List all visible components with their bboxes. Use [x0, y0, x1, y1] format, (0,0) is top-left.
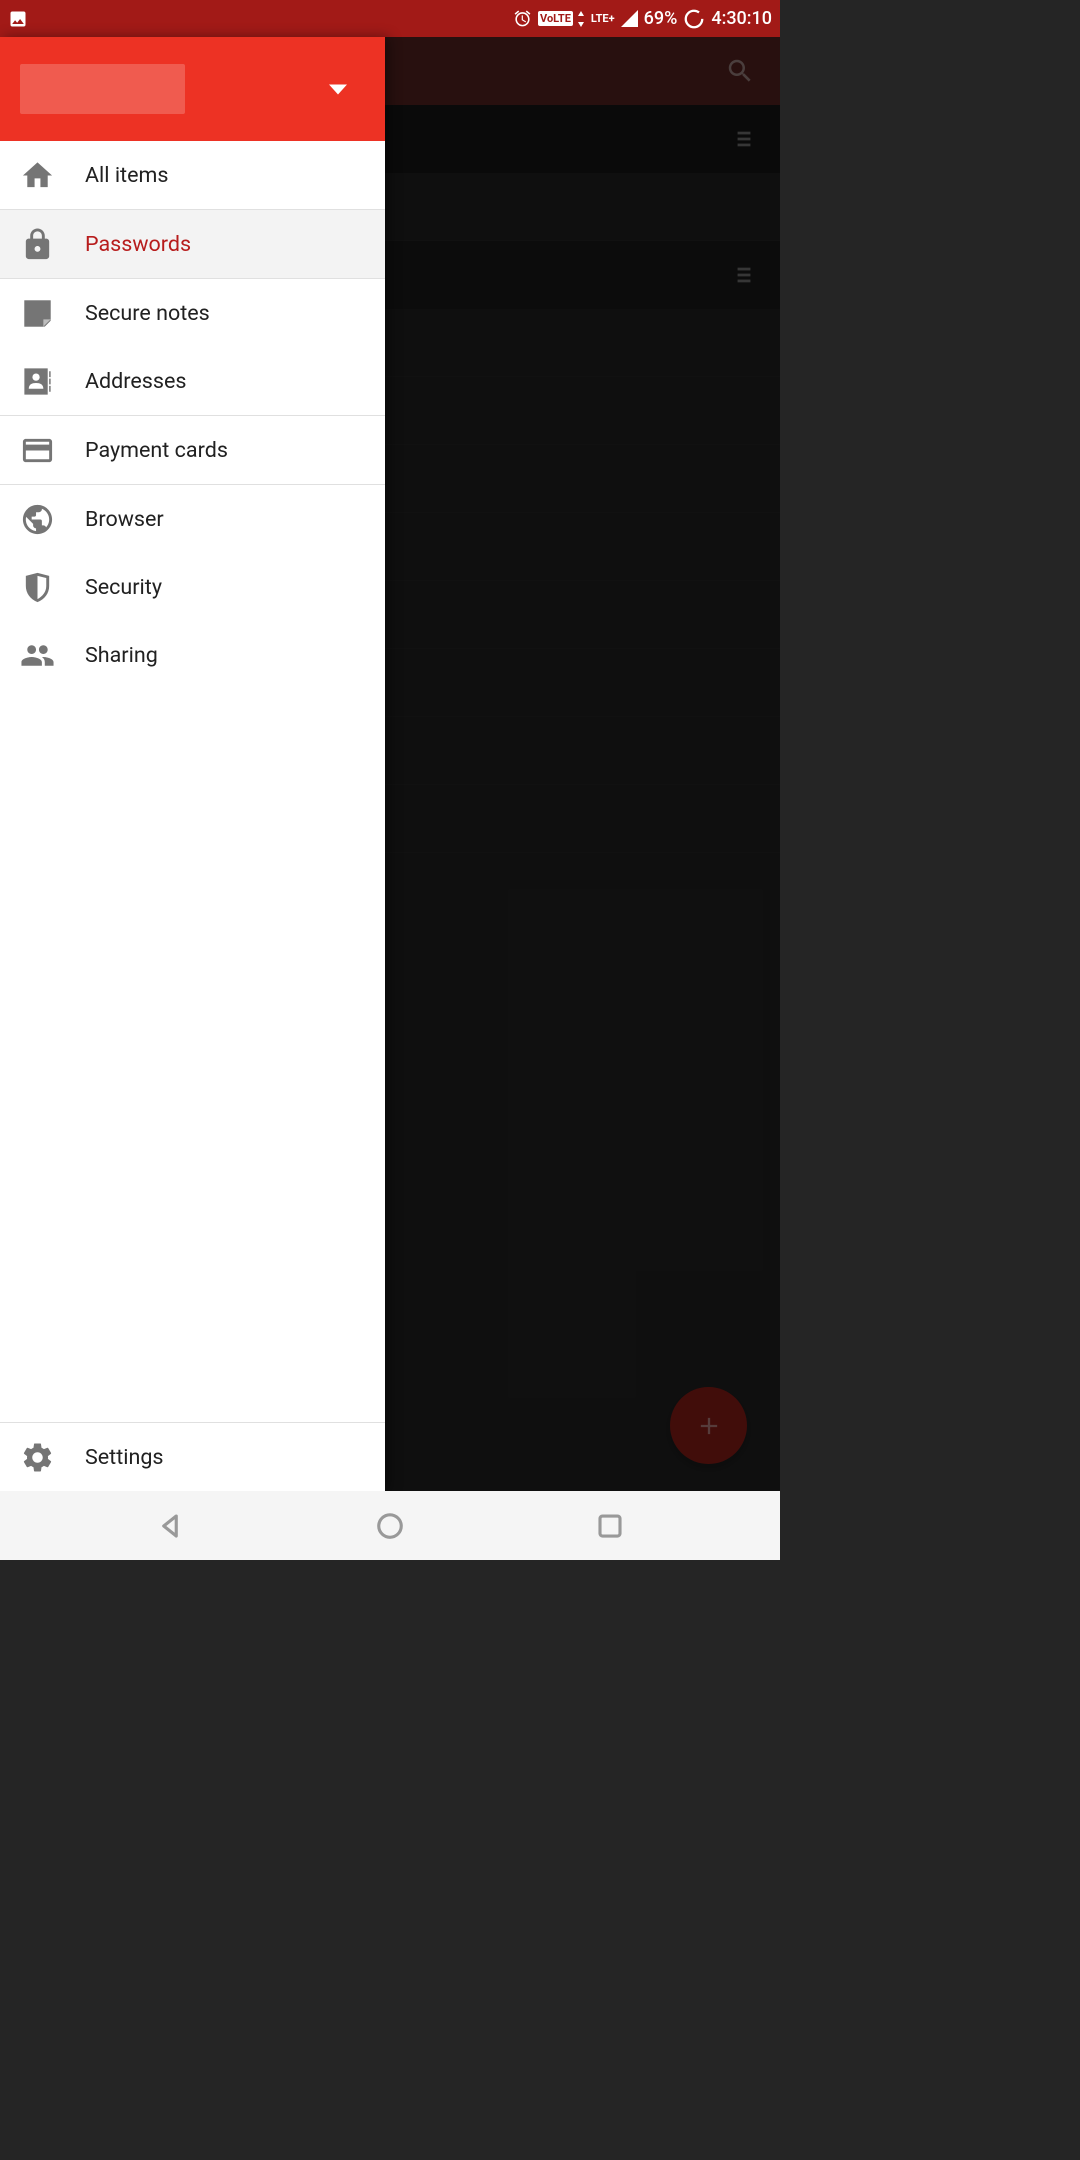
sidebar-item-label: Addresses [85, 369, 186, 394]
sidebar-item-label: Passwords [85, 232, 191, 257]
volte-badge: VoLTE [538, 11, 573, 26]
sidebar-item-label: All items [85, 163, 168, 188]
sidebar-item-passwords[interactable]: Passwords [0, 210, 385, 278]
globe-icon [20, 502, 55, 537]
lte-text: LTE+ [591, 12, 615, 25]
sidebar-item-sharing[interactable]: Sharing [0, 621, 385, 689]
status-left [8, 9, 28, 29]
drawer-header[interactable] [0, 37, 385, 141]
updown-icon [577, 11, 585, 27]
people-icon [20, 638, 55, 673]
signal-icon [621, 10, 638, 27]
home-icon [20, 158, 55, 193]
status-bar: VoLTE LTE+ 69% 4:30:10 [0, 0, 780, 37]
lock-icon [20, 227, 55, 262]
shield-icon [20, 570, 55, 605]
image-icon [8, 9, 28, 29]
home-button[interactable] [375, 1511, 405, 1541]
clock-text: 4:30:10 [711, 8, 772, 29]
drawer-footer: Settings [0, 1422, 385, 1491]
drawer-items: All items Passwords Secure notes [0, 141, 385, 1422]
user-name-redacted [20, 64, 185, 114]
navigation-drawer: All items Passwords Secure notes [0, 37, 385, 1491]
sidebar-item-browser[interactable]: Browser [0, 485, 385, 553]
loading-icon [683, 8, 705, 30]
sidebar-item-payment-cards[interactable]: Payment cards [0, 416, 385, 484]
status-right: VoLTE LTE+ 69% 4:30:10 [513, 8, 772, 30]
contact-icon [20, 364, 55, 399]
sidebar-item-secure-notes[interactable]: Secure notes [0, 279, 385, 347]
alarm-icon [513, 9, 532, 28]
sidebar-item-label: Settings [85, 1445, 164, 1470]
sidebar-item-label: Secure notes [85, 301, 210, 326]
sidebar-item-label: Sharing [85, 643, 158, 668]
sidebar-item-security[interactable]: Security [0, 553, 385, 621]
gear-icon [20, 1440, 55, 1475]
sidebar-item-addresses[interactable]: Addresses [0, 347, 385, 415]
recent-apps-button[interactable] [595, 1511, 625, 1541]
sidebar-item-all-items[interactable]: All items [0, 141, 385, 209]
sidebar-item-label: Payment cards [85, 438, 228, 463]
back-button[interactable] [155, 1511, 185, 1541]
sidebar-item-label: Security [85, 575, 162, 600]
sidebar-item-label: Browser [85, 507, 164, 532]
credit-card-icon [20, 433, 55, 468]
sidebar-item-settings[interactable]: Settings [0, 1423, 385, 1491]
battery-text: 69% [644, 8, 678, 29]
note-icon [20, 296, 55, 331]
system-nav-bar [0, 1491, 780, 1560]
chevron-down-icon[interactable] [329, 80, 347, 99]
